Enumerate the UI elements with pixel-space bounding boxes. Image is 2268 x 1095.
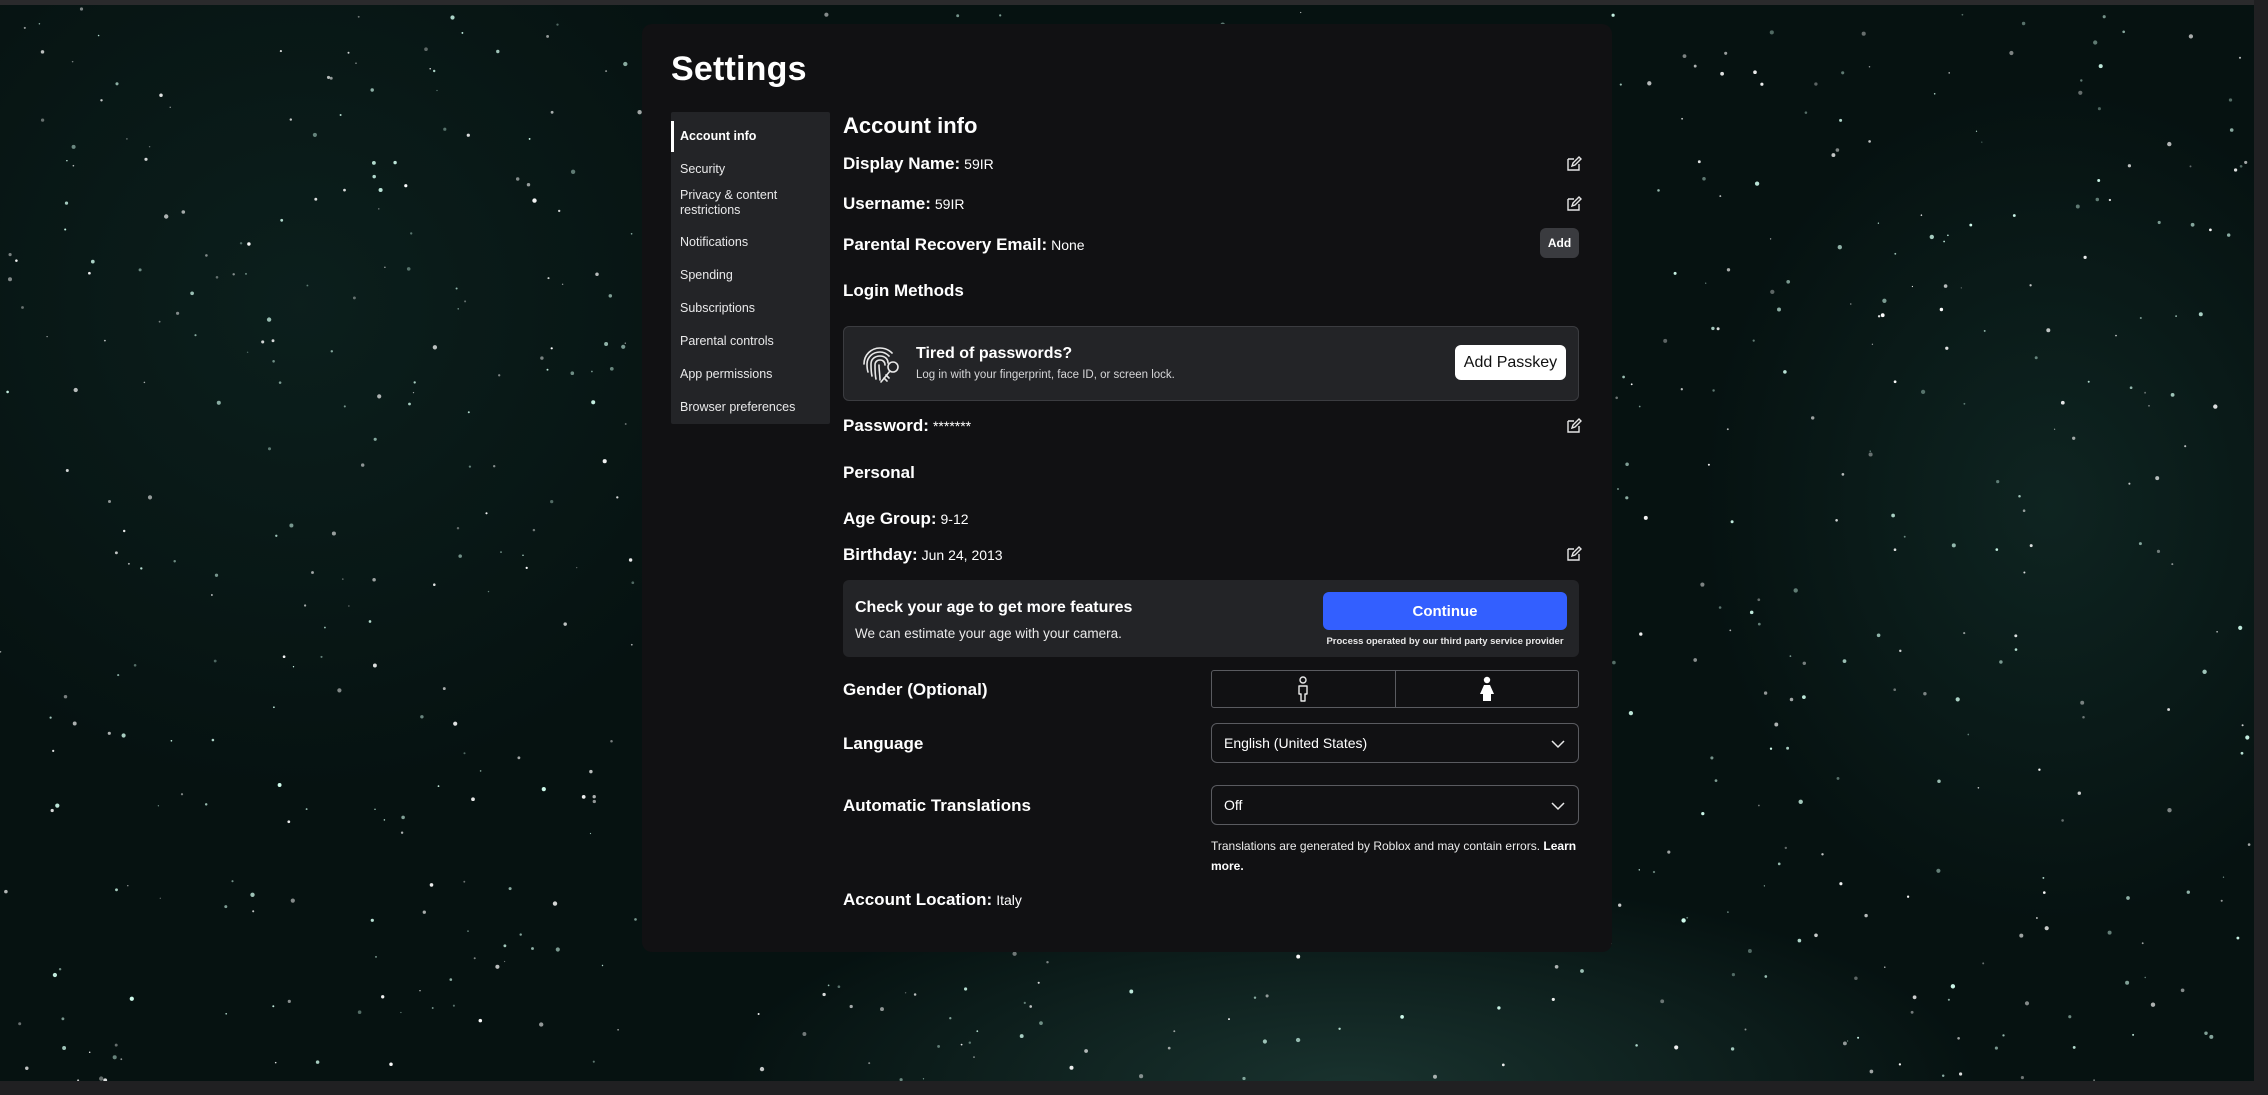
gender-label: Gender (Optional) (843, 680, 988, 699)
username-row: Username: 59IR (843, 194, 965, 213)
age-group-value: 9-12 (940, 511, 969, 527)
sidebar-item-privacy[interactable]: Privacy & content restrictions (671, 188, 791, 218)
age-check-title: Check your age to get more features (855, 599, 1133, 616)
display-name-row: Display Name: 59IR (843, 154, 994, 173)
sidebar-item-spending[interactable]: Spending (671, 268, 830, 283)
page-title: Settings (671, 50, 807, 88)
language-label: Language (843, 734, 924, 753)
display-name-value: 59IR (964, 156, 994, 172)
personal-heading: Personal (843, 463, 915, 482)
parental-email-value: None (1051, 237, 1085, 253)
birthday-row: Birthday: Jun 24, 2013 (843, 545, 1003, 564)
gender-option-female[interactable] (1394, 671, 1579, 707)
password-row: Password: ******* (843, 416, 972, 435)
language-value: English (United States) (1224, 735, 1368, 751)
birthday-value: Jun 24, 2013 (921, 547, 1003, 563)
passkey-title: Tired of passwords? (916, 345, 1073, 362)
add-parental-email-button[interactable]: Add (1540, 228, 1579, 258)
continue-button[interactable]: Continue (1323, 592, 1567, 630)
edit-username-icon[interactable] (1565, 195, 1583, 213)
translations-note: Translations are generated by Roblox and… (1211, 839, 1577, 873)
window-bottom-edge (0, 1081, 2268, 1095)
sidebar-item-notifications[interactable]: Notifications (671, 235, 830, 250)
chevron-down-icon (1551, 802, 1565, 811)
female-icon (1479, 676, 1494, 701)
third-party-note: Process operated by our third party serv… (1326, 636, 1564, 647)
sidebar-item-browser-preferences[interactable]: Browser preferences (671, 400, 830, 415)
passkey-subtitle: Log in with your fingerprint, face ID, o… (916, 369, 1175, 381)
window-scrollbar[interactable] (2254, 0, 2268, 1095)
age-check-subtitle: We can estimate your age with your camer… (855, 626, 1122, 641)
section-heading: Account info (843, 113, 978, 138)
passkey-card: Tired of passwords? Log in with your fin… (843, 326, 1579, 401)
sidebar-item-subscriptions[interactable]: Subscriptions (671, 301, 830, 316)
age-check-card: Check your age to get more features We c… (843, 580, 1579, 657)
fingerprint-key-icon (863, 347, 899, 383)
auto-translations-select[interactable]: Off (1211, 785, 1579, 825)
gender-option-male[interactable] (1212, 671, 1395, 707)
auto-translations-value: Off (1224, 797, 1243, 813)
password-value: ******* (932, 418, 972, 434)
account-location-row: Account Location: Italy (843, 890, 1022, 909)
auto-translations-label: Automatic Translations (843, 796, 1031, 815)
account-location-value: Italy (996, 892, 1022, 908)
add-passkey-button[interactable]: Add Passkey (1455, 345, 1566, 380)
edit-password-icon[interactable] (1565, 417, 1583, 435)
male-icon (1298, 676, 1308, 702)
settings-panel: Settings Account info Security Privacy &… (642, 24, 1612, 952)
sidebar-item-parental-controls[interactable]: Parental controls (671, 334, 830, 349)
gender-selector (1211, 670, 1579, 708)
edit-display-name-icon[interactable] (1565, 155, 1583, 173)
age-group-row: Age Group: 9-12 (843, 509, 969, 528)
sidebar-item-account-info[interactable]: Account info (671, 121, 830, 152)
chevron-down-icon (1551, 740, 1565, 749)
username-value: 59IR (934, 196, 965, 212)
edit-birthday-icon[interactable] (1565, 545, 1583, 563)
sidebar-item-security[interactable]: Security (671, 162, 830, 177)
parental-email-row: Parental Recovery Email: None (843, 235, 1085, 254)
sidebar-item-app-permissions[interactable]: App permissions (671, 367, 830, 382)
language-select[interactable]: English (United States) (1211, 723, 1579, 763)
login-methods-heading: Login Methods (843, 281, 964, 300)
settings-sidebar: Account info Security Privacy & content … (671, 112, 830, 424)
window-top-edge (0, 0, 2268, 5)
